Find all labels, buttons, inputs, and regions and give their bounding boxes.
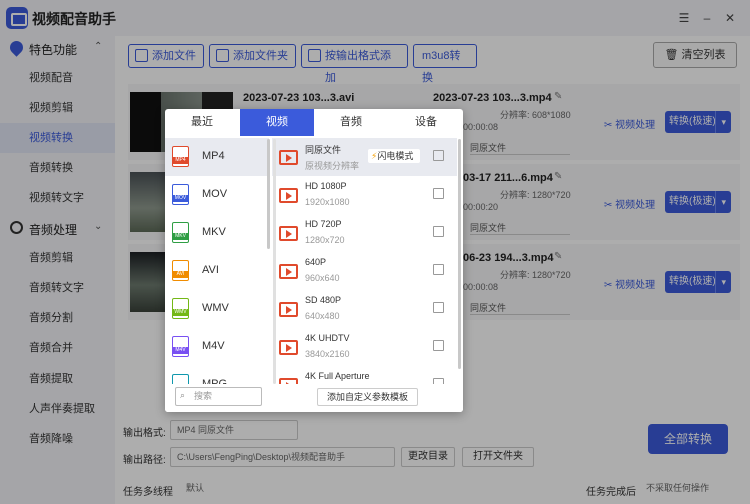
preset-item[interactable]: HD 720P 1280x720 <box>272 214 457 252</box>
format-item-mpg[interactable]: MPGMPG <box>165 366 269 386</box>
video-preset-icon <box>279 188 298 203</box>
mov-file-icon: MOV <box>172 184 189 205</box>
edit-icon[interactable] <box>433 302 444 313</box>
preset-item[interactable]: 640P 960x640 <box>272 252 457 290</box>
preset-item[interactable]: HD 1080P 1920x1080 <box>272 176 457 214</box>
format-search-input[interactable]: 搜索 <box>175 387 262 406</box>
edit-icon[interactable] <box>433 150 444 161</box>
tab-audio[interactable]: 音频 <box>314 109 388 136</box>
edit-icon[interactable] <box>433 188 444 199</box>
tab-device[interactable]: 设备 <box>389 109 463 136</box>
tab-recent[interactable]: 最近 <box>165 109 239 136</box>
video-preset-icon <box>279 226 298 241</box>
video-preset-icon <box>279 340 298 355</box>
format-item-avi[interactable]: AVI AVI <box>165 252 269 290</box>
tab-video[interactable]: 视频 <box>240 109 314 136</box>
format-item-mp4[interactable]: MP4 MP4 <box>165 138 269 176</box>
preset-list: 同原文件 原视频分辨率 ⚡闪电模式 HD 1080P 1920x1080 HD 720… <box>272 136 463 412</box>
preset-item[interactable]: SD 480P 640x480 <box>272 290 457 328</box>
format-popup: 最近 视频 音频 设备 MP4 MP4 MOV MOV MKV MKV AVI AVI … <box>165 109 463 412</box>
preset-list-scrollbar[interactable] <box>458 139 461 369</box>
preset-scroll-track <box>273 139 276 384</box>
lightning-mode-badge: ⚡闪电模式 <box>368 149 420 163</box>
m4v-file-icon: M4V <box>172 336 189 357</box>
wmv-file-icon: WMV <box>172 298 189 319</box>
video-preset-icon <box>279 264 298 279</box>
format-list: MP4 MP4 MOV MOV MKV MKV AVI AVI WMV WMV M4V M4… <box>165 136 269 412</box>
format-item-wmv[interactable]: WMV WMV <box>165 290 269 328</box>
preset-item[interactable]: 4K UHDTV 3840x2160 <box>272 328 457 366</box>
edit-icon[interactable] <box>433 264 444 275</box>
video-preset-icon <box>279 150 298 165</box>
edit-icon[interactable] <box>433 340 444 351</box>
mp4-file-icon: MP4 <box>172 146 189 167</box>
format-item-mkv[interactable]: MKV MKV <box>165 214 269 252</box>
preset-item[interactable]: 同原文件 原视频分辨率 ⚡闪电模式 <box>272 138 457 176</box>
format-item-mov[interactable]: MOV MOV <box>165 176 269 214</box>
video-preset-icon <box>279 302 298 317</box>
format-list-scrollbar[interactable] <box>267 139 270 249</box>
add-custom-template-button[interactable]: 添加自定义参数模板 <box>317 388 418 406</box>
search-icon: ⌕ <box>180 390 186 400</box>
avi-file-icon: AVI <box>172 260 189 281</box>
mkv-file-icon: MKV <box>172 222 189 243</box>
edit-icon[interactable] <box>433 226 444 237</box>
format-item-m4v[interactable]: M4V M4V <box>165 328 269 366</box>
